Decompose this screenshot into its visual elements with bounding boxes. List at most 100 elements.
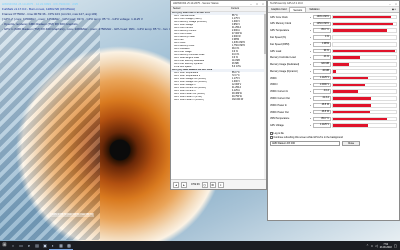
gpuz-sensor-label: Fan Speed (RPM): [270, 42, 290, 46]
gpuz-sensor-label: VDDCI: [270, 83, 278, 87]
gpuz-sensor-label: Memory Controller Load: [270, 56, 296, 60]
gpuz-sensor-value: 1.1125 V: [313, 123, 331, 128]
gpuz-sensor-value: 85.0 °C: [313, 28, 331, 33]
hwinfo-sensor-list[interactable]: CPU [#0]: Intel Core i7-6700K: DTS GPU Th…: [171, 12, 266, 182]
gpuz-sensor-label: GPU Core Clock: [270, 15, 288, 19]
gpuz-sensor-graph: [332, 109, 397, 115]
gpuz-sensor-value: 85.0 °C: [313, 116, 331, 122]
forward-icon[interactable]: ▸: [181, 181, 187, 188]
clock-icon[interactable]: ◷: [201, 181, 208, 188]
tray-clock[interactable]: 7:52 23.06.2018: [380, 243, 392, 249]
gpuz-graph-fill: [333, 103, 371, 107]
gpuz-sensor-row: Memory Controller Load ▾ 43 %: [270, 55, 397, 61]
gpuz-sensor-value: 48.5 W: [313, 102, 331, 108]
gpuz-sensor-label: VRM Temperature: [270, 117, 290, 121]
edge-icon[interactable]: e: [25, 241, 33, 250]
network-icon[interactable]: ⌂: [371, 244, 373, 248]
gpuz-sensor-row: VDDC Power Out ▾ 46.5 W: [270, 109, 397, 115]
gpuz-sensor-label: VDDC: [270, 76, 277, 80]
gpuz-graph-fill: [333, 97, 371, 100]
osd-line: - OpenGL renderer: AMD Radeon (TM) RX 46…: [2, 22, 78, 26]
osd-line: FurMark v1.17.0.0 - Burn-in test, 1280x7…: [2, 7, 76, 11]
gpuz-sensor-value: 1.1125 V: [313, 75, 331, 81]
gpuz-sensor-value: 0 RPM: [313, 41, 331, 47]
gpuz-sensor-value: 46 MB: [313, 69, 331, 74]
column-current[interactable]: Current: [231, 7, 266, 11]
gpuz-sensor-graph: [332, 69, 397, 74]
gpuz-sensor-graph: [332, 55, 397, 61]
gpuz-graph-fill: [333, 29, 387, 32]
gpuz-sensor-label: VDDC Power In: [270, 103, 287, 107]
gpuz-graph-fill: [333, 124, 368, 127]
furmark-taskbar-icon[interactable]: ◐: [49, 241, 57, 250]
hwinfo-close-icon[interactable]: ×: [217, 181, 224, 188]
windows-start-icon[interactable]: ⊞: [0, 241, 9, 250]
osd-line: [ GPU-Z ] core: 1050MHz - mem: 1250MHz -…: [2, 17, 143, 21]
gpuz-sensor-value: 46.5 W: [313, 109, 331, 115]
camera-icon[interactable]: ◉ ≡: [392, 7, 399, 12]
device-select[interactable]: AMD Radeon RX 460: [270, 141, 340, 147]
gpuz-sensor-label: VDDC Current In: [270, 90, 289, 94]
gpuz-sensor-value: 4.0 A: [313, 89, 331, 94]
gpuz-graph-fill: [333, 83, 365, 87]
gpuz-sensor-value: 1.0000 V: [313, 82, 331, 88]
hwinfo-title: HWiNFO64 v5.13-2675 - Sensor Status: [173, 2, 219, 5]
continue-refresh-checkbox[interactable]: [270, 136, 273, 139]
gpuz-sensor-graph: [332, 89, 397, 94]
close-button[interactable]: Close: [342, 141, 360, 147]
gpuz-sensor-label: GPU Load: [270, 49, 282, 53]
store-icon[interactable]: ▣: [41, 241, 49, 250]
gpuz-sensor-graph: [332, 41, 397, 47]
back-icon[interactable]: ◂: [173, 181, 179, 188]
gpuz-taskbar-icon[interactable]: ▩: [65, 241, 73, 250]
hwinfo-taskbar-icon[interactable]: ▦: [57, 241, 65, 250]
gpuz-sensor-graph: [332, 75, 397, 81]
folder-icon[interactable]: ▤: [33, 241, 41, 250]
tab-validation[interactable]: Validation: [306, 7, 322, 12]
gpuz-sensor-list: GPU Core Clock ▾ 1045.4 MHz GPU Memory Cloc…: [268, 13, 399, 130]
gpuz-sensor-graph: [332, 123, 397, 128]
gpuz-sensor-graph: [332, 48, 397, 54]
column-sensor[interactable]: Sensor: [171, 7, 231, 11]
gpuz-sensor-graph: [332, 21, 397, 27]
gpuz-sensor-row: Memory Usage (Dynamic) ▾ 46 MB: [270, 68, 397, 74]
osd-line: - GPU 1 (AMD Radeon (TM) RX 460 Graphics…: [2, 27, 184, 31]
gpuz-sensor-value: 320 MB: [313, 62, 331, 67]
gpuz-window[interactable]: TechPowerUp GPU-Z 2.16.0 – × Graphics Ca…: [267, 0, 400, 221]
gpuz-sensor-row: GPU Voltage ▾ 1.1125 V: [270, 123, 397, 129]
gpuz-sensor-row: VDDC ▾ 1.1125 V: [270, 75, 397, 81]
gpuz-sensor-graph: [332, 82, 397, 88]
task-view-icon[interactable]: ▭: [17, 241, 25, 250]
gpuz-sensor-row: VDDC Power In ▾ 48.5 W: [270, 102, 397, 108]
gpuz-graph-fill: [333, 63, 349, 66]
tray-chevron-icon[interactable]: ⌃: [366, 244, 369, 248]
tab-graphics-card[interactable]: Graphics Card: [268, 7, 289, 12]
tab-sensors[interactable]: Sensors: [289, 7, 307, 12]
gpuz-sensor-graph: [332, 102, 397, 108]
gpuz-sensor-row: Fan Speed (RPM) ▾ 0 RPM: [270, 41, 397, 47]
notifications-icon[interactable]: ▢: [394, 244, 397, 248]
gpuz-sensor-value: 43 %: [313, 55, 331, 61]
gpuz-graph-fill: [333, 49, 396, 53]
log-to-file-checkbox[interactable]: [270, 132, 273, 135]
gpuz-sensor-value: 1045.4 MHz: [313, 14, 331, 20]
volume-icon[interactable]: ◁: [375, 244, 378, 248]
hwinfo-window[interactable]: HWiNFO64 v5.13-2675 - Sensor Status – □ …: [170, 0, 267, 190]
gpuz-sensor-row: GPU Core Clock ▾ 1045.4 MHz: [270, 14, 397, 20]
gpuz-sensor-row: GPU Memory Clock ▾ 1250.0 MHz: [270, 21, 397, 27]
gpuz-sensor-value: 0 %: [313, 35, 331, 40]
sensor-name: GPU VRM Power In (VDDCI): [174, 99, 204, 101]
gpuz-sensor-label: GPU Memory Clock: [270, 22, 292, 26]
search-icon[interactable]: ○: [9, 241, 17, 250]
gpuz-sensor-row: VDDC Current Out ▾ 41.3 A: [270, 95, 397, 101]
gpuz-sensor-row: GPU Temperature ▾ 85.0 °C: [270, 28, 397, 34]
gpuz-graph-fill: [333, 15, 391, 19]
hwinfo-scrollbar-thumb[interactable]: [264, 14, 266, 54]
close-icon[interactable]: ×: [260, 2, 266, 6]
sensor-row[interactable]: GPU VRM Power In (VDDCI) 162.000 W: [171, 99, 266, 102]
gpuz-close-icon[interactable]: ×: [393, 2, 399, 6]
continue-refresh-option[interactable]: Continue refreshing this screen while GP…: [270, 135, 397, 139]
osd-title: HWiNFO64 v5.13-2675 · 12.22.9999 · RX-79…: [2, 2, 79, 6]
gpuz-sensor-row: VRM Temperature ▾ 85.0 °C: [270, 116, 397, 122]
settings-icon[interactable]: ⚙: [209, 181, 216, 188]
